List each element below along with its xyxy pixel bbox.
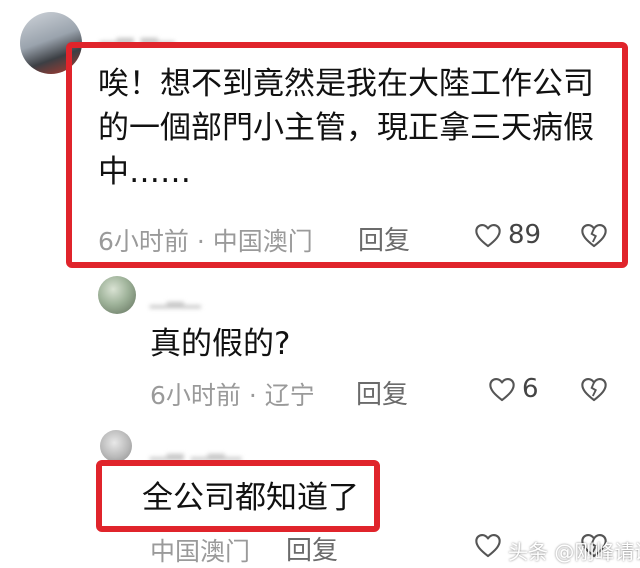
comment-text: 全公司都知道了 bbox=[142, 480, 359, 516]
meta-separator: · bbox=[248, 381, 257, 410]
watermark: 头条 @刚峰请说 bbox=[508, 540, 640, 564]
avatar[interactable] bbox=[98, 276, 136, 314]
comment-time: 6小时前 bbox=[150, 381, 241, 410]
comment-text: 真的假的? bbox=[150, 326, 291, 362]
heart-icon[interactable] bbox=[474, 532, 502, 558]
heart-icon bbox=[488, 376, 516, 402]
dislike-icon[interactable] bbox=[580, 376, 608, 402]
reply-button[interactable]: 回复 bbox=[286, 530, 338, 567]
heart-icon bbox=[474, 222, 502, 248]
reply-button[interactable]: 回复 bbox=[356, 374, 408, 411]
comment-location: 中国澳门 bbox=[212, 227, 313, 256]
avatar[interactable] bbox=[100, 430, 132, 462]
like-count: 89 bbox=[508, 220, 542, 250]
comment-location: 中国澳门 bbox=[150, 537, 251, 566]
comment-time: 6小时前 bbox=[98, 227, 189, 256]
username-blurred[interactable]: ▁▂▁ bbox=[150, 284, 201, 309]
comment-location: 辽宁 bbox=[264, 381, 315, 410]
like-button[interactable]: 89 bbox=[474, 220, 541, 250]
like-count: 6 bbox=[522, 374, 539, 404]
reply-button[interactable]: 回复 bbox=[358, 220, 410, 257]
comment-text: 唉！想不到竟然是我在大陸工作公司的一個部門小主管，現正拿三天病假中…… bbox=[98, 66, 594, 190]
like-button[interactable]: 6 bbox=[488, 374, 539, 404]
comment-meta: 6小时前 · 辽宁 bbox=[150, 376, 315, 412]
dislike-icon[interactable] bbox=[580, 222, 608, 248]
username-blurred[interactable]: ▁▂ ▁▂▁ bbox=[150, 436, 242, 461]
meta-separator: · bbox=[196, 227, 205, 256]
comment-meta: 6小时前 · 中国澳门 bbox=[98, 222, 313, 258]
